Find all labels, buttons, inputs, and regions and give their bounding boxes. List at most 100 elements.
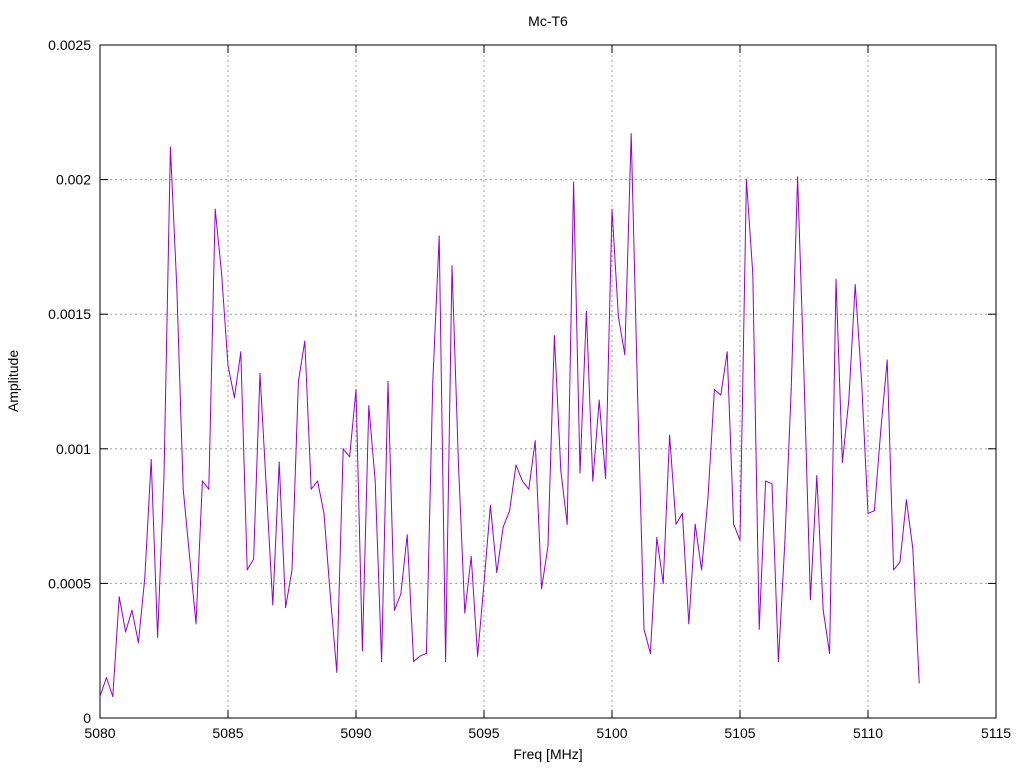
- data-point: [598, 399, 600, 401]
- data-point: [611, 208, 613, 210]
- data-point: [329, 596, 331, 598]
- data-point: [406, 534, 408, 536]
- data-point: [150, 459, 152, 461]
- y-tick-label: 0: [83, 710, 91, 726]
- data-point: [784, 542, 786, 544]
- data-point: [912, 547, 914, 549]
- data-point: [285, 607, 287, 609]
- data-point: [368, 405, 370, 407]
- data-point: [272, 604, 274, 606]
- data-point: [214, 208, 216, 210]
- data-point: [208, 488, 210, 490]
- data-point: [163, 475, 165, 477]
- data-point: [112, 696, 114, 697]
- data-point: [624, 354, 626, 356]
- data-point: [361, 650, 363, 652]
- data-point: [483, 582, 485, 584]
- data-point: [502, 526, 504, 528]
- data-point: [585, 311, 587, 312]
- data-point: [304, 340, 306, 342]
- data-point: [105, 677, 107, 679]
- x-tick-label: 5085: [212, 725, 243, 741]
- data-point: [278, 461, 280, 463]
- data-point: [553, 335, 555, 337]
- y-tick-label: 0.0025: [48, 37, 91, 53]
- data-point: [829, 652, 831, 654]
- data-point: [656, 537, 658, 539]
- data-point: [387, 381, 389, 382]
- x-tick-label: 5095: [468, 725, 499, 741]
- x-tick-label: 5080: [84, 725, 115, 741]
- data-point: [893, 569, 895, 571]
- data-point: [643, 628, 645, 630]
- data-point: [297, 381, 299, 382]
- data-point: [509, 510, 511, 512]
- data-point: [176, 286, 178, 288]
- data-point: [413, 661, 415, 662]
- data-point: [131, 609, 133, 611]
- data-point: [797, 176, 799, 178]
- data-point: [374, 480, 376, 482]
- data-point: [861, 381, 863, 382]
- data-point: [867, 512, 869, 514]
- data-point: [240, 351, 242, 353]
- y-tick-label: 0.001: [56, 441, 91, 457]
- data-point: [701, 569, 703, 571]
- data-point: [688, 623, 690, 625]
- data-point: [886, 359, 888, 361]
- data-point: [521, 480, 523, 482]
- data-point: [745, 179, 747, 181]
- x-axis-label: Freq [MHz]: [513, 746, 582, 762]
- series-line: [99, 133, 920, 697]
- data-point: [752, 273, 754, 275]
- data-point: [765, 480, 767, 482]
- data-point: [118, 596, 120, 598]
- data-point: [317, 480, 319, 482]
- data-point: [400, 593, 402, 595]
- data-point: [809, 599, 811, 601]
- data-point: [246, 569, 248, 571]
- data-point: [835, 278, 837, 280]
- data-point: [848, 399, 850, 401]
- data-point: [393, 609, 395, 611]
- y-tick-label: 0.002: [56, 172, 91, 188]
- y-tick-label: 0.0005: [48, 575, 91, 591]
- data-point: [694, 523, 696, 525]
- chart-title: Mc-T6: [528, 13, 568, 29]
- data-point: [233, 397, 235, 399]
- data-point: [291, 569, 293, 571]
- data-point: [157, 636, 159, 638]
- x-tick-label: 5090: [340, 725, 371, 741]
- data-point: [182, 488, 184, 490]
- data-point: [470, 556, 472, 557]
- chart: 5080 5085 5090 5095 5100 5105 5110 5115 0 0.0005 0…: [5, 13, 1011, 762]
- data-point: [726, 351, 728, 353]
- data-point: [457, 461, 459, 463]
- data-point: [637, 394, 639, 396]
- data-point: [841, 461, 843, 463]
- data-point: [99, 696, 101, 697]
- data-point: [515, 464, 517, 466]
- tick-labels: 5080 5085 5090 5095 5100 5105 5110 5115 0 0.0005 0…: [48, 37, 1011, 741]
- data-point: [534, 440, 536, 442]
- data-point: [342, 448, 344, 450]
- data-point: [528, 488, 530, 490]
- data-point: [771, 483, 773, 485]
- data-point: [733, 523, 735, 525]
- y-axis-label: Amplitude: [5, 350, 21, 412]
- x-tick-label: 5110: [853, 725, 883, 741]
- data-point: [432, 381, 434, 382]
- data-point: [880, 429, 882, 431]
- data-point: [816, 475, 818, 477]
- y-tick-label: 0.0015: [48, 306, 91, 322]
- data-point: [310, 488, 312, 490]
- data-point: [566, 523, 568, 525]
- series-layer: [99, 133, 920, 697]
- data-point: [451, 265, 453, 267]
- data-point: [221, 273, 223, 275]
- data-point: [662, 582, 664, 584]
- data-point: [489, 504, 491, 506]
- data-point: [336, 671, 338, 673]
- data-point: [630, 133, 632, 135]
- data-point: [189, 556, 191, 557]
